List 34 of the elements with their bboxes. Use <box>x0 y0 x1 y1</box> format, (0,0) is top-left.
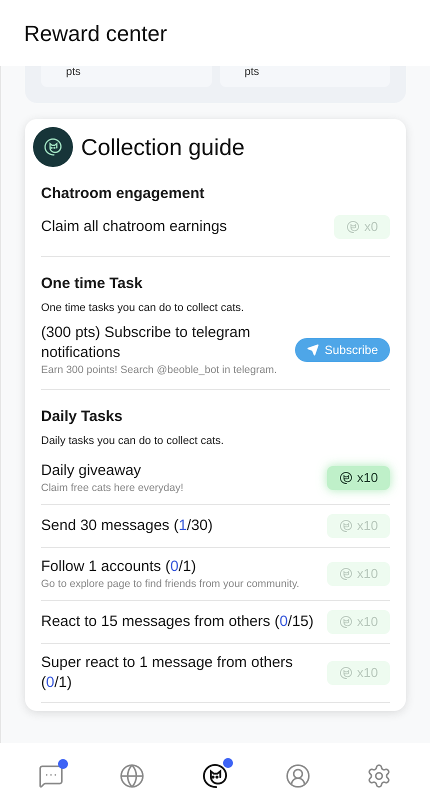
cat-icon <box>43 137 63 157</box>
cat-icon <box>339 566 354 580</box>
section-heading: Chatroom engagement <box>41 184 206 204</box>
task-title: Daily giveaway <box>41 460 142 480</box>
section-description: Daily tasks you can do to collect cats. <box>41 434 225 449</box>
settings-icon <box>366 762 392 788</box>
task-title: Follow 1 accounts (0/1) <box>41 556 198 576</box>
points-unit: pts <box>244 66 260 78</box>
reward-button[interactable]: x10 <box>327 466 390 490</box>
points-unit: pts <box>66 66 82 78</box>
profile-icon <box>284 762 311 788</box>
globe-icon <box>119 762 146 788</box>
task-title: Send 30 messages (1/30) <box>41 516 213 536</box>
section-description: One time tasks you can do to collect cats. <box>41 301 245 316</box>
guide-title: Collection guide <box>81 132 245 162</box>
subscribe-button[interactable]: Subscribe <box>294 338 390 362</box>
task-title: React to 15 messages from others (0/15) <box>41 612 314 632</box>
cat-icon <box>339 614 354 628</box>
send-icon <box>306 344 319 356</box>
task-description: Go to explore page to find friends from your community. <box>41 576 300 590</box>
chat-icon <box>38 762 64 788</box>
cat-icon <box>200 762 229 790</box>
cat-icon <box>339 470 354 484</box>
task-title: Claim all chatroom earnings <box>41 216 227 236</box>
task-description: Claim free cats here everyday! <box>41 480 184 494</box>
section-heading: Daily Tasks <box>41 406 124 426</box>
task-title: (300 pts) Subscribe to telegram notifications <box>41 322 252 362</box>
page-title: Reward center <box>24 20 168 48</box>
task-title: Super react to 1 message from others (0/1) <box>41 652 294 692</box>
cat-icon <box>339 518 354 532</box>
section-heading: One time Task <box>41 274 144 294</box>
cat-icon <box>339 666 354 680</box>
cat-icon <box>346 220 360 234</box>
task-description: Earn 300 points! Search @beoble_bot in telegram. <box>41 362 278 376</box>
